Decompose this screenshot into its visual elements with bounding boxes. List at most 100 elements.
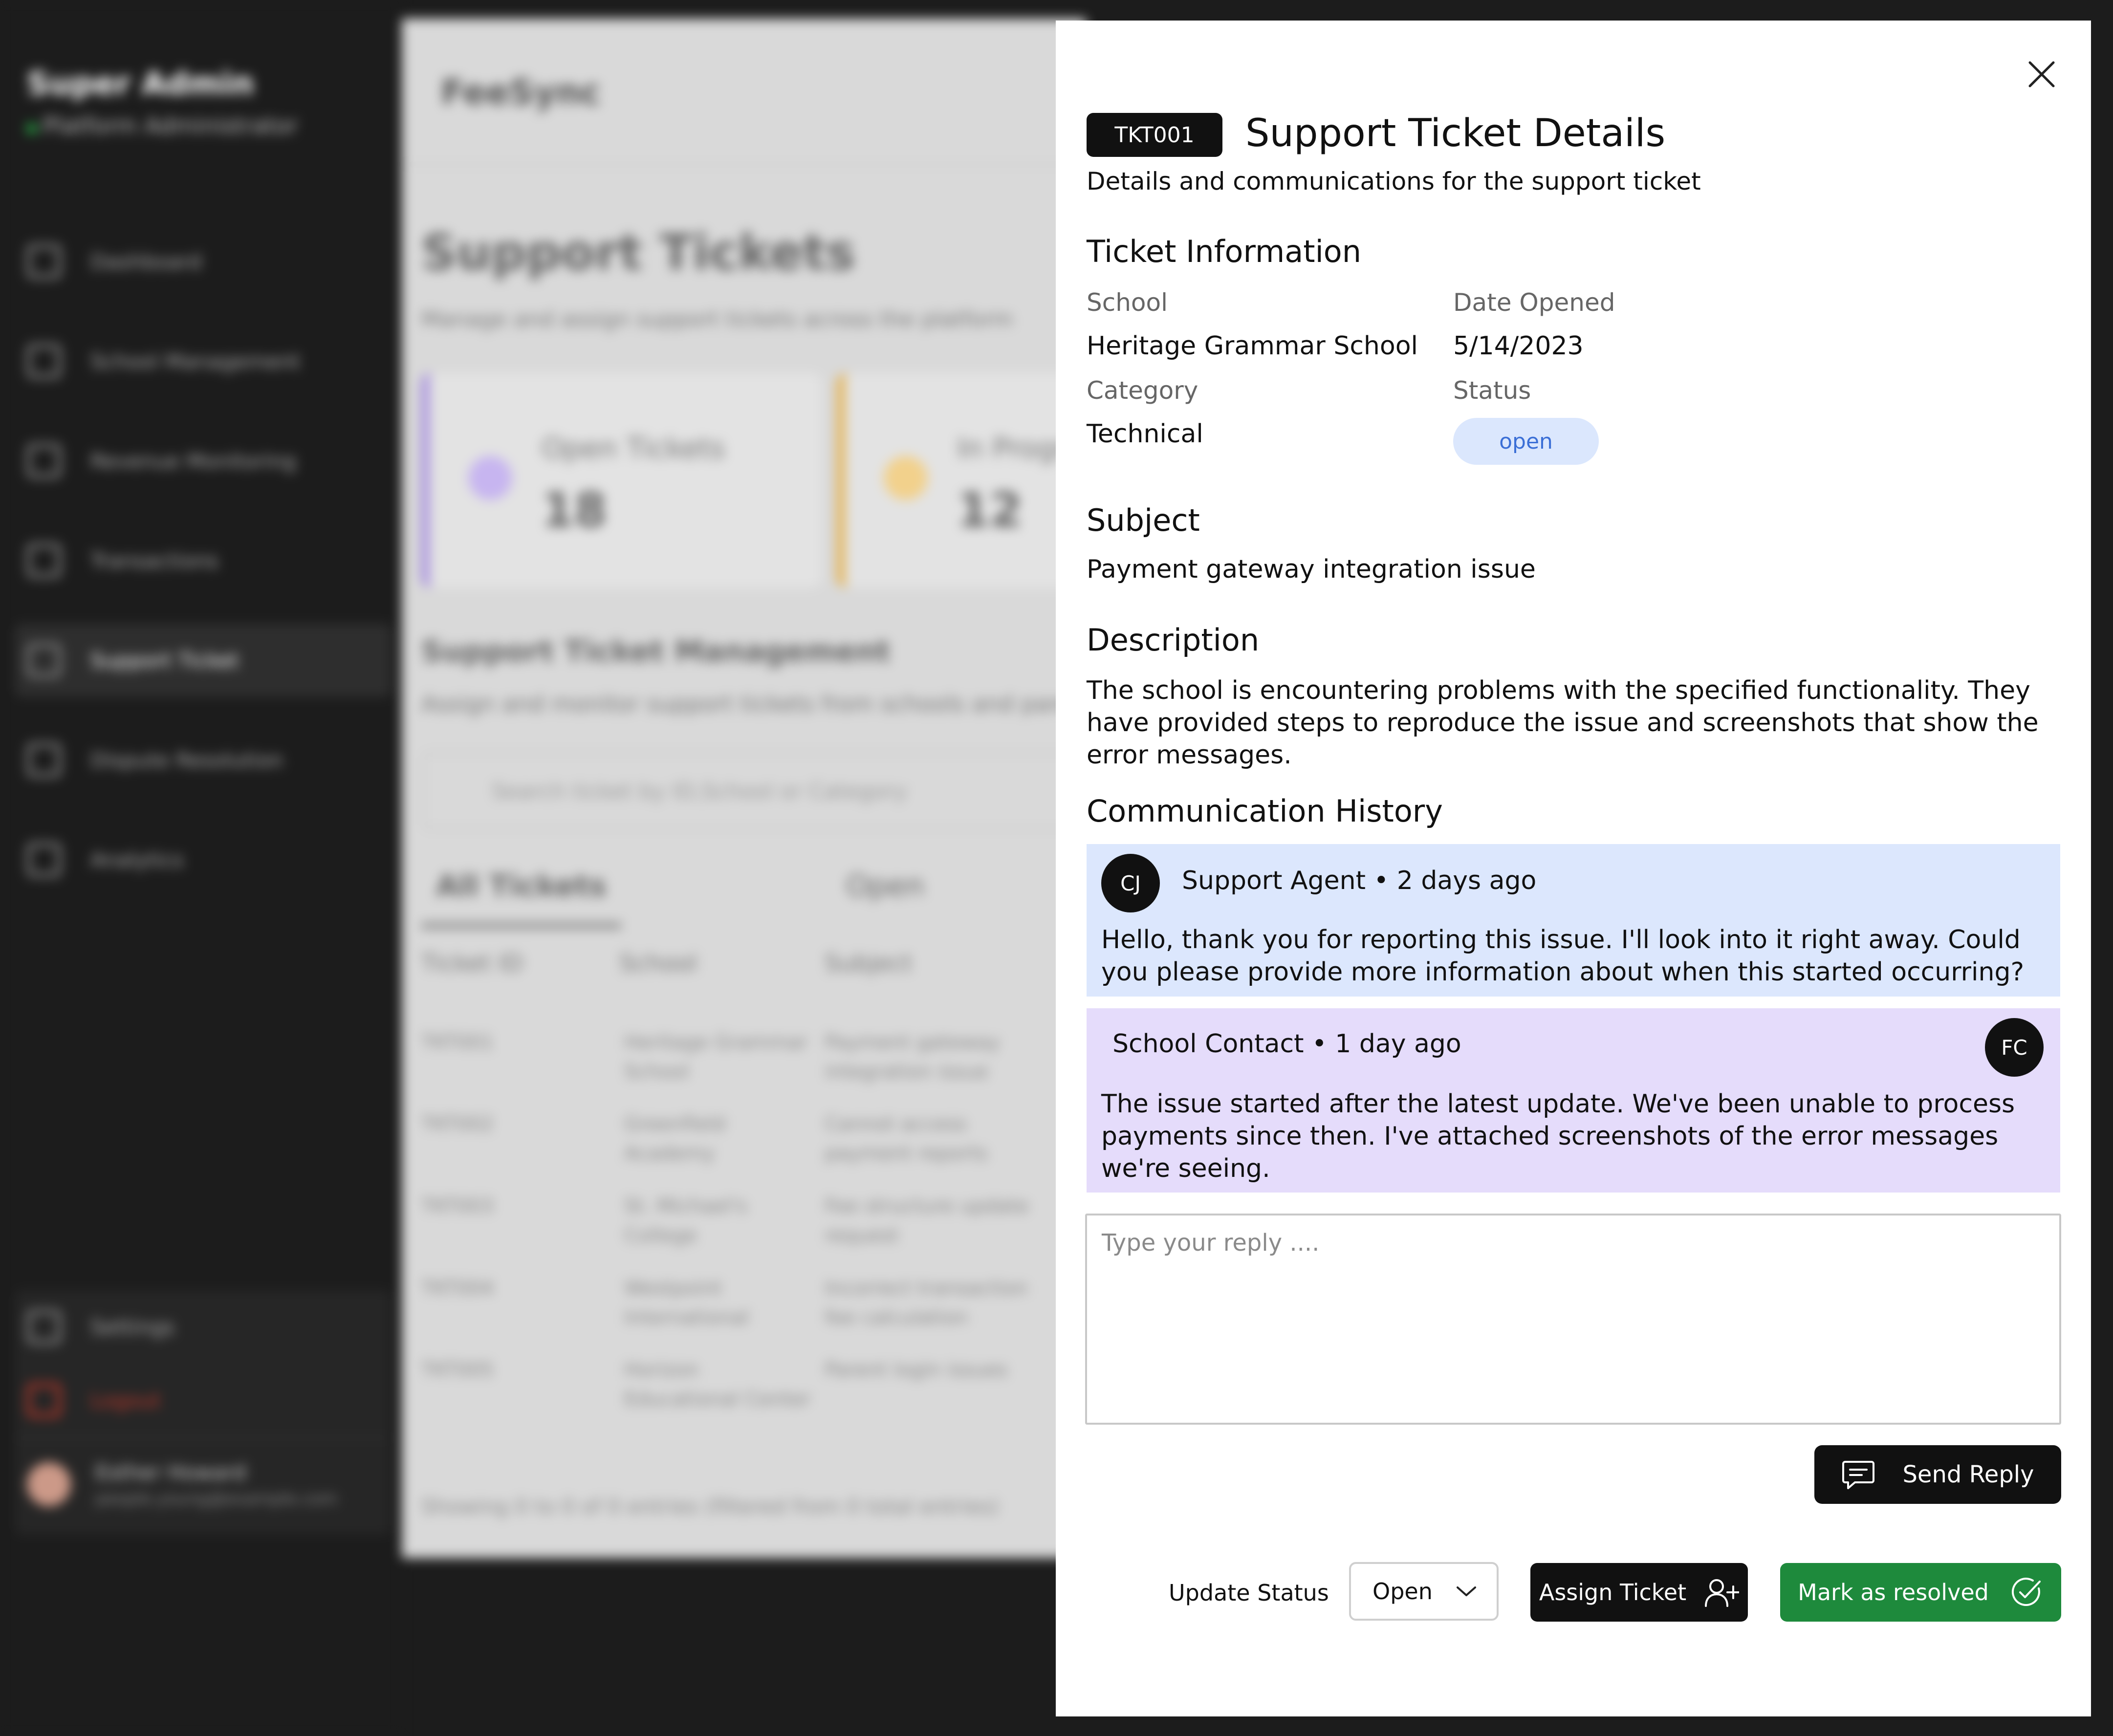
section-title: Support Ticket Management xyxy=(421,634,891,669)
sidebar-footer: Settings Logout Esther Howard people.you… xyxy=(15,1290,391,1535)
logout-button[interactable]: Logout xyxy=(15,1364,391,1437)
stat-card-open: Open Tickets 18 xyxy=(421,373,822,588)
check-circle-icon xyxy=(2011,1578,2041,1606)
stat-card-in-progress: In Progress 12 xyxy=(837,373,1086,588)
ticket-tabs: All Tickets Open xyxy=(421,869,924,929)
assign-ticket-button[interactable]: Assign Ticket xyxy=(1530,1563,1748,1622)
sidebar-item-label: Support Ticket xyxy=(90,648,239,673)
communication-history-heading: Communication History xyxy=(1087,793,1443,829)
sidebar-item-label: Analytics xyxy=(90,847,184,872)
sidebar-item-revenue-monitoring[interactable]: Revenue Monitoring xyxy=(15,424,391,498)
app-name: FeeSync xyxy=(402,19,1086,165)
user-name: Esther Howard xyxy=(95,1460,246,1484)
user-info: Esther Howard people.young@example.com xyxy=(95,1460,337,1509)
status-badge: open xyxy=(1453,418,1599,465)
category-label: Category xyxy=(1087,376,1198,405)
user-email: people.young@example.com xyxy=(95,1489,338,1509)
table-cell: St. Michael's College xyxy=(624,1195,747,1247)
table-cell: Payment gateway integration issue xyxy=(825,1031,1000,1083)
chat-icon xyxy=(27,643,61,677)
table-cell: Parent login issues xyxy=(825,1359,1008,1381)
avatar xyxy=(27,1462,71,1506)
send-reply-label: Send Reply xyxy=(1902,1461,2034,1488)
scale-icon xyxy=(27,743,61,777)
stat-card-value: 12 xyxy=(957,483,1023,538)
dashboard-icon xyxy=(27,244,61,279)
send-reply-button[interactable]: Send Reply xyxy=(1814,1445,2061,1504)
sidebar-item-dispute-resolution[interactable]: Dispute Resolution xyxy=(15,723,391,797)
table-cell: Fee structure update request xyxy=(825,1195,1029,1247)
sidebar-item-transactions[interactable]: Transactions xyxy=(15,524,391,597)
close-icon xyxy=(2028,61,2055,87)
gear-icon xyxy=(27,1310,61,1344)
status-select-value: Open xyxy=(1372,1578,1433,1605)
sidebar-item-label: Transactions xyxy=(90,548,219,573)
message-header: Support Agent • 2 days ago xyxy=(1182,866,1537,895)
message-body: The issue started after the latest updat… xyxy=(1101,1089,2015,1183)
table-cell: TKT004 xyxy=(421,1277,494,1300)
sidebar-item-label: Dashboard xyxy=(90,249,202,274)
mark-as-resolved-label: Mark as resolved xyxy=(1798,1579,1989,1606)
section-subtitle: Assign and monitor support tickets from … xyxy=(421,691,1086,717)
avatar: CJ xyxy=(1101,854,1160,912)
sidebar-item-label: Revenue Monitoring xyxy=(90,449,296,473)
table-footer: Showing 0 to 0 of 0 entries (filtered fr… xyxy=(421,1495,999,1519)
sidebar-item-settings[interactable]: Settings xyxy=(15,1290,391,1364)
table-cell: Heritage Grammar School xyxy=(624,1031,808,1083)
subject-text: Payment gateway integration issue xyxy=(1087,555,1536,584)
sidebar: Super Admin Platform Administrator Dashb… xyxy=(0,0,401,1736)
tab-open[interactable]: Open xyxy=(846,869,924,929)
clock-icon xyxy=(884,456,928,500)
description-text: The school is encountering problems with… xyxy=(1087,676,2039,770)
mark-as-resolved-button[interactable]: Mark as resolved xyxy=(1780,1563,2061,1622)
sidebar-item-label: School Management xyxy=(90,349,301,373)
table-cell: Greenfield Academy xyxy=(624,1113,726,1165)
message-icon xyxy=(1842,1461,1875,1489)
update-status-label: Update Status xyxy=(1169,1580,1329,1606)
search-input[interactable]: Search ticket by ID,School or Category xyxy=(421,752,1086,830)
add-user-icon xyxy=(1705,1579,1740,1607)
main-content: FeeSync Support Tickets Manage and assig… xyxy=(402,19,1086,1558)
message-header: School Contact • 1 day ago xyxy=(1112,1029,1461,1059)
wallet-icon xyxy=(27,444,61,478)
school-icon xyxy=(27,344,61,378)
category-value: Technical xyxy=(1087,419,1203,449)
sidebar-item-school-management[interactable]: School Management xyxy=(15,325,391,398)
message-body: Hello, thank you for reporting this issu… xyxy=(1101,925,2025,987)
close-button[interactable] xyxy=(2026,59,2057,90)
sidebar-item-dashboard[interactable]: Dashboard xyxy=(15,225,391,298)
school-label: School xyxy=(1087,288,1168,317)
panel-title: Support Ticket Details xyxy=(1245,111,1666,155)
date-opened-value: 5/14/2023 xyxy=(1453,331,1584,361)
subject-heading: Subject xyxy=(1087,502,1200,538)
sidebar-brand: Super Admin xyxy=(27,66,254,102)
stat-card-value: 18 xyxy=(542,483,607,538)
school-value: Heritage Grammar School xyxy=(1087,331,1418,361)
table-cell: TKT002 xyxy=(421,1113,494,1135)
chart-icon xyxy=(27,543,61,578)
user-profile[interactable]: Esther Howard people.young@example.com xyxy=(15,1437,391,1530)
tab-all-tickets[interactable]: All Tickets xyxy=(421,869,621,929)
table-cell: Cannot access payment reports xyxy=(825,1113,988,1165)
sidebar-item-support-ticket[interactable]: Support Ticket xyxy=(15,624,391,697)
page-title: Support Tickets xyxy=(421,224,855,281)
panel-subtitle: Details and communications for the suppo… xyxy=(1087,167,1701,195)
table-cell: TKT003 xyxy=(421,1195,494,1217)
ticket-id-badge: TKT001 xyxy=(1087,113,1222,157)
status-select[interactable]: Open xyxy=(1349,1562,1499,1621)
table-cell: TKT001 xyxy=(421,1031,494,1054)
avatar: FC xyxy=(1985,1018,2044,1077)
reply-textarea[interactable] xyxy=(1085,1214,2061,1425)
table-cell: Westpoint International xyxy=(624,1277,749,1329)
sidebar-item-analytics[interactable]: Analytics xyxy=(15,823,391,896)
logout-icon xyxy=(27,1383,61,1417)
status-label: Status xyxy=(1453,376,1531,405)
sidebar-item-label: Dispute Resolution xyxy=(90,748,283,772)
ticket-icon xyxy=(468,456,512,500)
chevron-down-icon xyxy=(1457,1586,1476,1596)
ticket-info-heading: Ticket Information xyxy=(1087,234,1362,269)
date-opened-label: Date Opened xyxy=(1453,288,1615,317)
description-heading: Description xyxy=(1087,622,1260,658)
column-header: Ticket ID xyxy=(421,950,523,977)
bar-chart-icon xyxy=(27,843,61,877)
